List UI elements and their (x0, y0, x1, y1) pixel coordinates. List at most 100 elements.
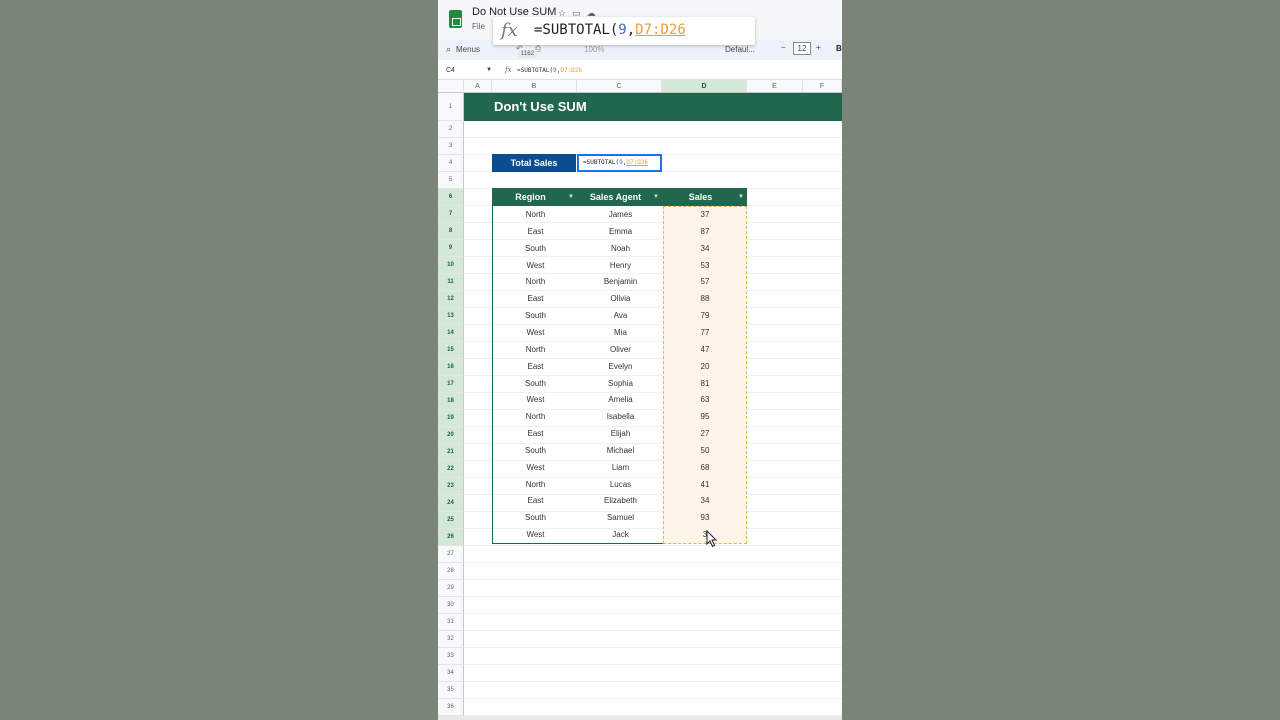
menu-file[interactable]: File (472, 22, 485, 31)
row-header-4[interactable]: 4 (438, 155, 464, 172)
cell-sales[interactable]: 57 (663, 273, 747, 290)
cell-agent[interactable]: Samuel (578, 509, 663, 526)
row-header-13[interactable]: 13 (438, 308, 464, 325)
table-row[interactable]: South Samuel 93 (493, 509, 746, 526)
row-header-18[interactable]: 18 (438, 393, 464, 410)
cell-region[interactable]: West (493, 459, 578, 476)
table-row[interactable]: East Evelyn 20 (493, 358, 746, 375)
name-box[interactable]: C4 (446, 67, 455, 74)
cell-sales[interactable]: 41 (663, 476, 747, 493)
formula-input[interactable]: =SUBTOTAL(9,D7:D26 (517, 67, 582, 74)
table-row[interactable]: East Elijah 27 (493, 425, 746, 442)
zoom-select[interactable]: 100% (584, 45, 604, 54)
column-header-e[interactable]: E (747, 80, 803, 93)
row-header-17[interactable]: 17 (438, 376, 464, 393)
cell-sales[interactable]: 93 (663, 509, 747, 526)
cell-region[interactable]: East (493, 358, 578, 375)
row-header-29[interactable]: 29 (438, 580, 464, 597)
cell-sales[interactable]: 68 (663, 459, 747, 476)
cell-region[interactable]: North (493, 206, 578, 223)
header-region[interactable]: Region (493, 189, 568, 206)
font-size-decrease-button[interactable]: − (781, 43, 786, 52)
table-row[interactable]: West Liam 68 (493, 459, 746, 476)
row-header-35[interactable]: 35 (438, 682, 464, 699)
cell-agent[interactable]: Mia (578, 324, 663, 341)
cell-region[interactable]: South (493, 375, 578, 392)
select-all-corner[interactable] (438, 80, 464, 93)
cell-agent[interactable]: Lucas (578, 476, 663, 493)
cell-sales[interactable]: 3 (663, 526, 747, 543)
cell-sales[interactable]: 27 (663, 425, 747, 442)
menus-button[interactable]: Menus (456, 45, 480, 54)
row-header-14[interactable]: 14 (438, 325, 464, 342)
cell-region[interactable]: South (493, 307, 578, 324)
cell-agent[interactable]: Ava (578, 307, 663, 324)
font-size-increase-button[interactable]: + (816, 43, 821, 52)
column-header-c[interactable]: C (577, 80, 662, 93)
column-header-a[interactable]: A (464, 80, 492, 93)
table-row[interactable]: South Noah 34 (493, 240, 746, 257)
row-header-12[interactable]: 12 (438, 291, 464, 308)
cell-sales[interactable]: 34 (663, 240, 747, 257)
cell-agent[interactable]: Oliver (578, 341, 663, 358)
cell-sales[interactable]: 20 (663, 358, 747, 375)
bold-button[interactable]: B (836, 44, 842, 53)
cell-agent[interactable]: Noah (578, 240, 663, 257)
cell-agent[interactable]: Benjamin (578, 273, 663, 290)
search-icon[interactable]: ⌕ (446, 44, 451, 55)
cell-sales[interactable]: 95 (663, 408, 747, 425)
table-row[interactable]: South Ava 79 (493, 307, 746, 324)
table-row[interactable]: West Henry 53 (493, 257, 746, 274)
cell-region[interactable]: North (493, 476, 578, 493)
cell-sales[interactable]: 47 (663, 341, 747, 358)
filter-icon[interactable]: ▼ (738, 194, 745, 200)
cell-region[interactable]: East (493, 425, 578, 442)
table-row[interactable]: South Sophia 81 (493, 375, 746, 392)
cell-agent[interactable]: Henry (578, 257, 663, 274)
cell-region[interactable]: West (493, 257, 578, 274)
cell-agent[interactable]: Olivia (578, 290, 663, 307)
row-header-30[interactable]: 30 (438, 597, 464, 614)
row-header-16[interactable]: 16 (438, 359, 464, 376)
table-row[interactable]: East Emma 87 (493, 223, 746, 240)
row-header-32[interactable]: 32 (438, 631, 464, 648)
filter-icon[interactable]: ▼ (568, 194, 575, 200)
row-header-21[interactable]: 21 (438, 444, 464, 461)
column-header-d[interactable]: D (662, 80, 747, 93)
row-header-23[interactable]: 23 (438, 478, 464, 495)
total-sales-label[interactable]: Total Sales (492, 154, 576, 172)
row-header-33[interactable]: 33 (438, 648, 464, 665)
cell-sales[interactable]: 79 (663, 307, 747, 324)
chevron-down-icon[interactable]: ▼ (486, 67, 492, 73)
row-header-9[interactable]: 9 (438, 240, 464, 257)
row-header-11[interactable]: 11 (438, 274, 464, 291)
cell-sales[interactable]: 37 (663, 206, 747, 223)
table-row[interactable]: North Benjamin 57 (493, 273, 746, 290)
cell-sales[interactable]: 63 (663, 391, 747, 408)
cell-agent[interactable]: Emma (578, 223, 663, 240)
font-select[interactable]: Defaul... (725, 45, 755, 54)
cell-region[interactable]: North (493, 273, 578, 290)
cell-sales[interactable]: 53 (663, 257, 747, 274)
row-header-10[interactable]: 10 (438, 257, 464, 274)
font-size-input[interactable]: 12 (793, 42, 811, 55)
header-sales[interactable]: Sales (663, 189, 738, 206)
cell-region[interactable]: East (493, 290, 578, 307)
column-header-b[interactable]: B (492, 80, 577, 93)
table-row[interactable]: South Michael 50 (493, 442, 746, 459)
table-row[interactable]: West Mia 77 (493, 324, 746, 341)
cell-sales[interactable]: 87 (663, 223, 747, 240)
row-header-31[interactable]: 31 (438, 614, 464, 631)
cell-region[interactable]: South (493, 509, 578, 526)
cell-agent[interactable]: Liam (578, 459, 663, 476)
cell-region[interactable]: South (493, 240, 578, 257)
column-header-f[interactable]: F (803, 80, 842, 93)
cell-agent[interactable]: Evelyn (578, 358, 663, 375)
cell-region[interactable]: West (493, 324, 578, 341)
row-header-2[interactable]: 2 (438, 121, 464, 138)
cell-agent[interactable]: Elijah (578, 425, 663, 442)
row-header-1[interactable]: 1 (438, 93, 464, 121)
cell-agent[interactable]: Sophia (578, 375, 663, 392)
table-row[interactable]: North Lucas 41 (493, 476, 746, 493)
row-header-28[interactable]: 28 (438, 563, 464, 580)
